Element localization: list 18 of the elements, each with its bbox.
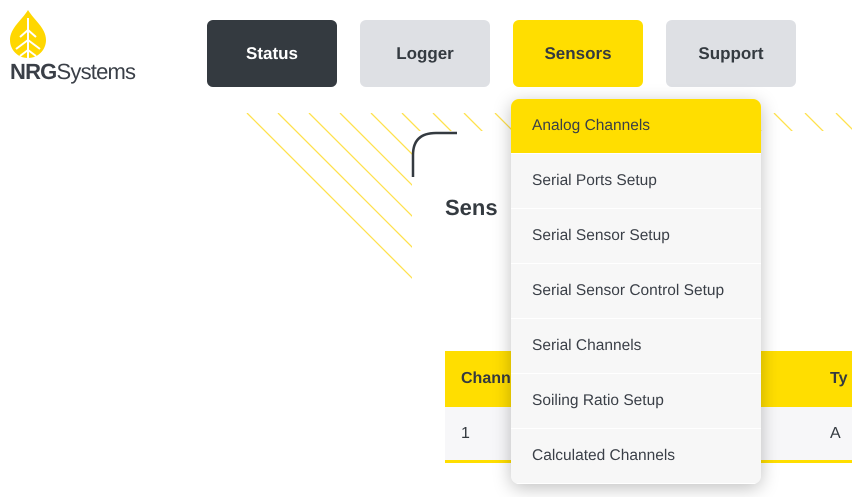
menu-item[interactable]: Serial Ports Setup — [511, 154, 761, 209]
table-cell: A — [830, 424, 841, 442]
logo-icon — [10, 10, 46, 58]
nav-button[interactable]: Support — [666, 20, 796, 87]
column-header: Ty — [830, 370, 848, 388]
menu-item[interactable]: Analog Channels — [511, 99, 761, 154]
table-cell: 1 — [461, 424, 470, 442]
page-heading: Sens — [445, 195, 499, 222]
menu-item[interactable]: Serial Channels — [511, 319, 761, 374]
menu-item[interactable]: Calculated Channels — [511, 429, 761, 484]
menu-item[interactable]: Serial Sensor Setup — [511, 209, 761, 264]
menu-item[interactable]: Soiling Ratio Setup — [511, 374, 761, 429]
nav-button[interactable]: Sensors — [513, 20, 643, 87]
nav-button[interactable]: Logger — [360, 20, 490, 87]
menu-item[interactable]: Serial Sensor Control Setup — [511, 264, 761, 319]
logo-wordmark: NRGSystems — [10, 61, 136, 83]
nav-button[interactable]: Status — [207, 20, 337, 87]
column-header: Chann — [461, 370, 511, 388]
